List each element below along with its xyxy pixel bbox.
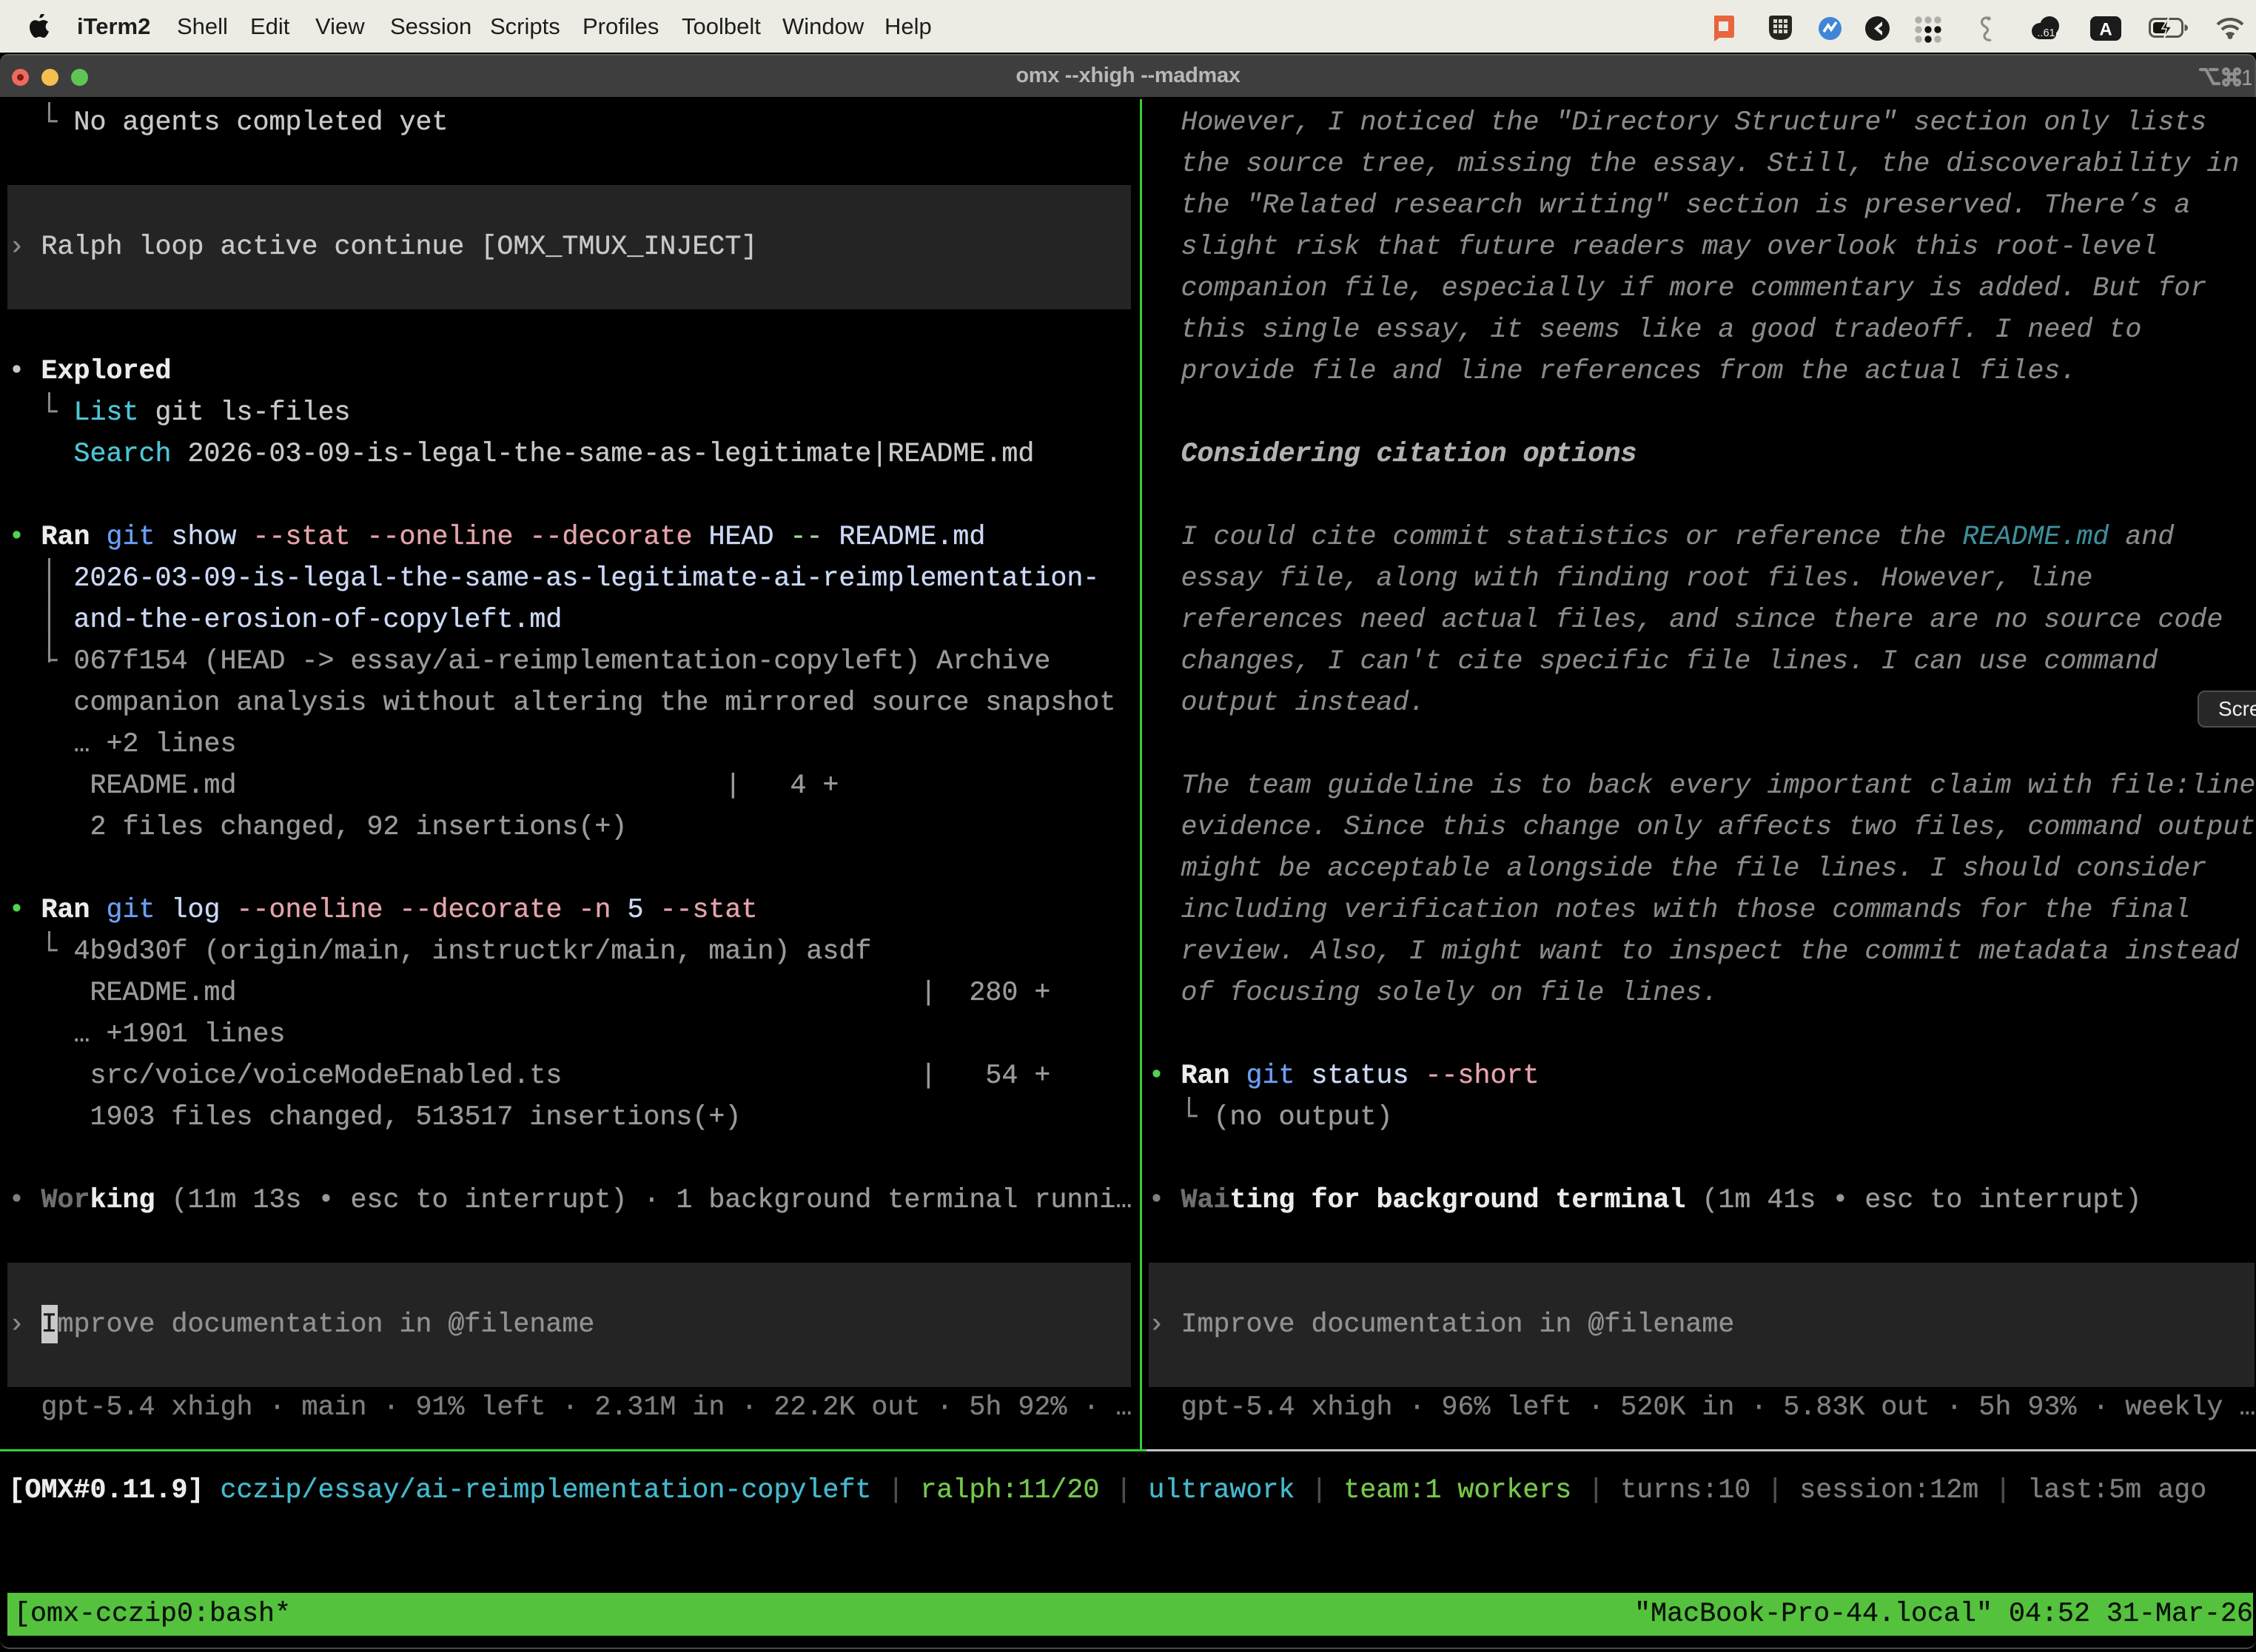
svg-text:A: A: [2099, 20, 2112, 40]
svg-text:1: 1: [2241, 66, 2252, 90]
svg-text:..61: ..61: [2037, 27, 2055, 39]
